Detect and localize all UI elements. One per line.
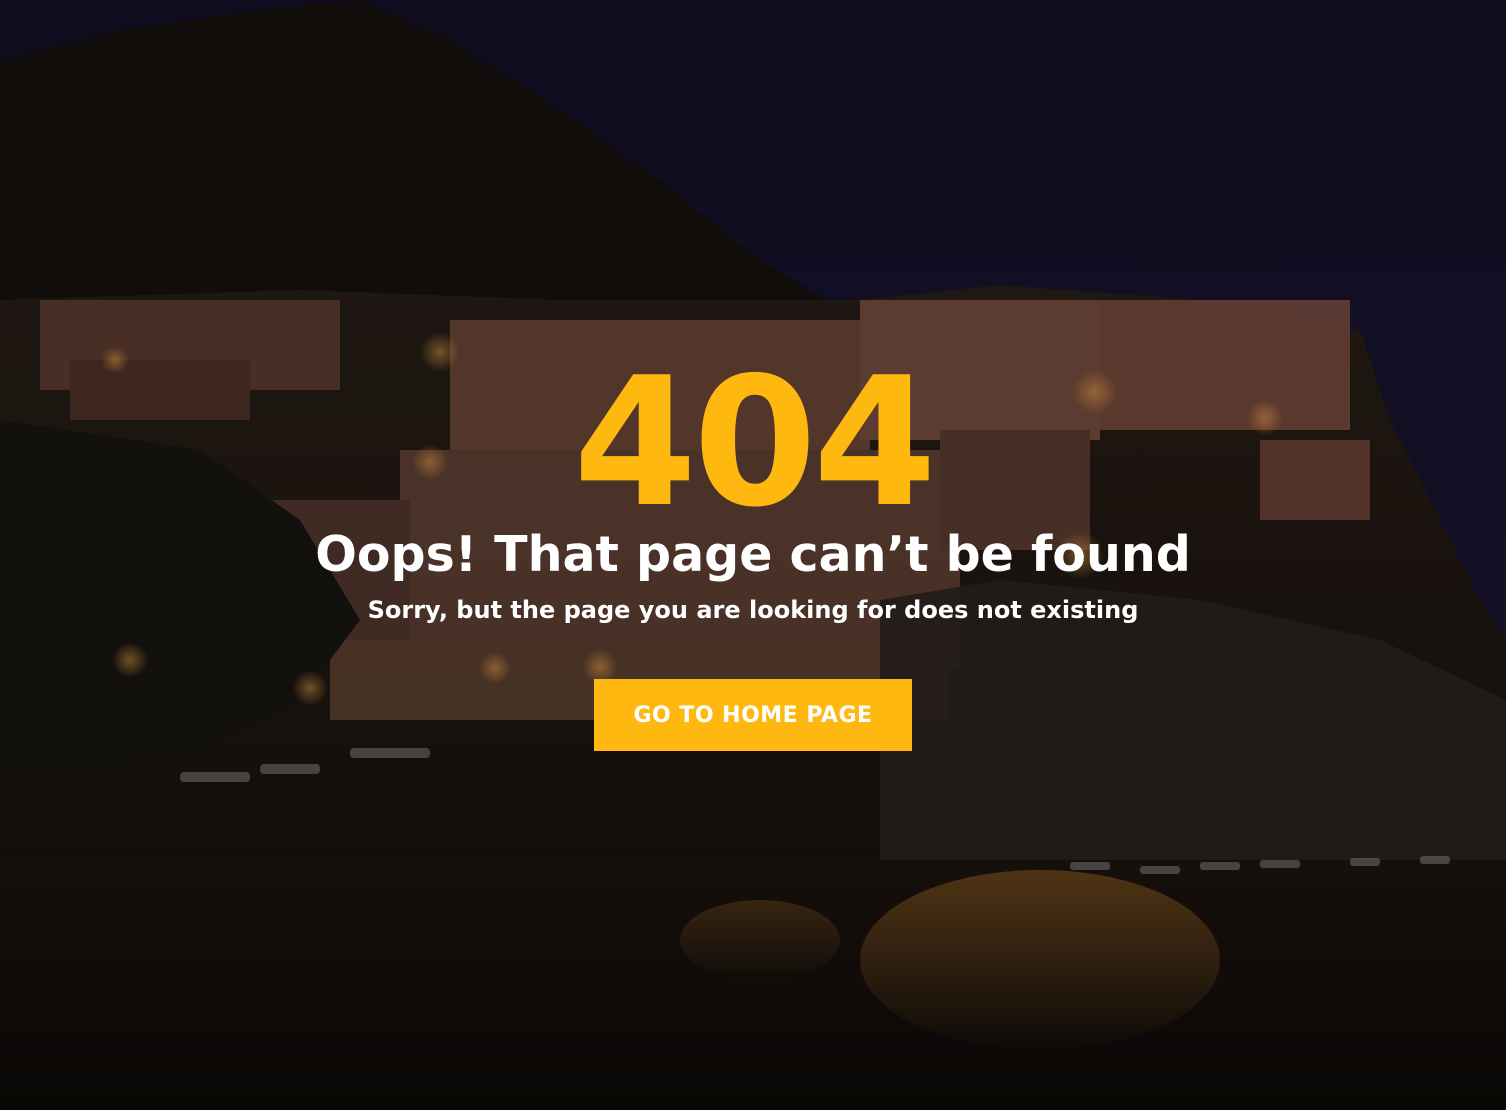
error-code: 404 (573, 339, 937, 546)
error-message: Sorry, but the page you are looking for … (367, 596, 1139, 624)
error-title: Oops! That page can’t be found (315, 526, 1191, 583)
error-content: 404 Oops! That page can’t be found Sorry… (0, 0, 1506, 1110)
go-home-button[interactable]: GO TO HOME PAGE (594, 679, 912, 751)
error-page: 404 Oops! That page can’t be found Sorry… (0, 0, 1506, 1110)
